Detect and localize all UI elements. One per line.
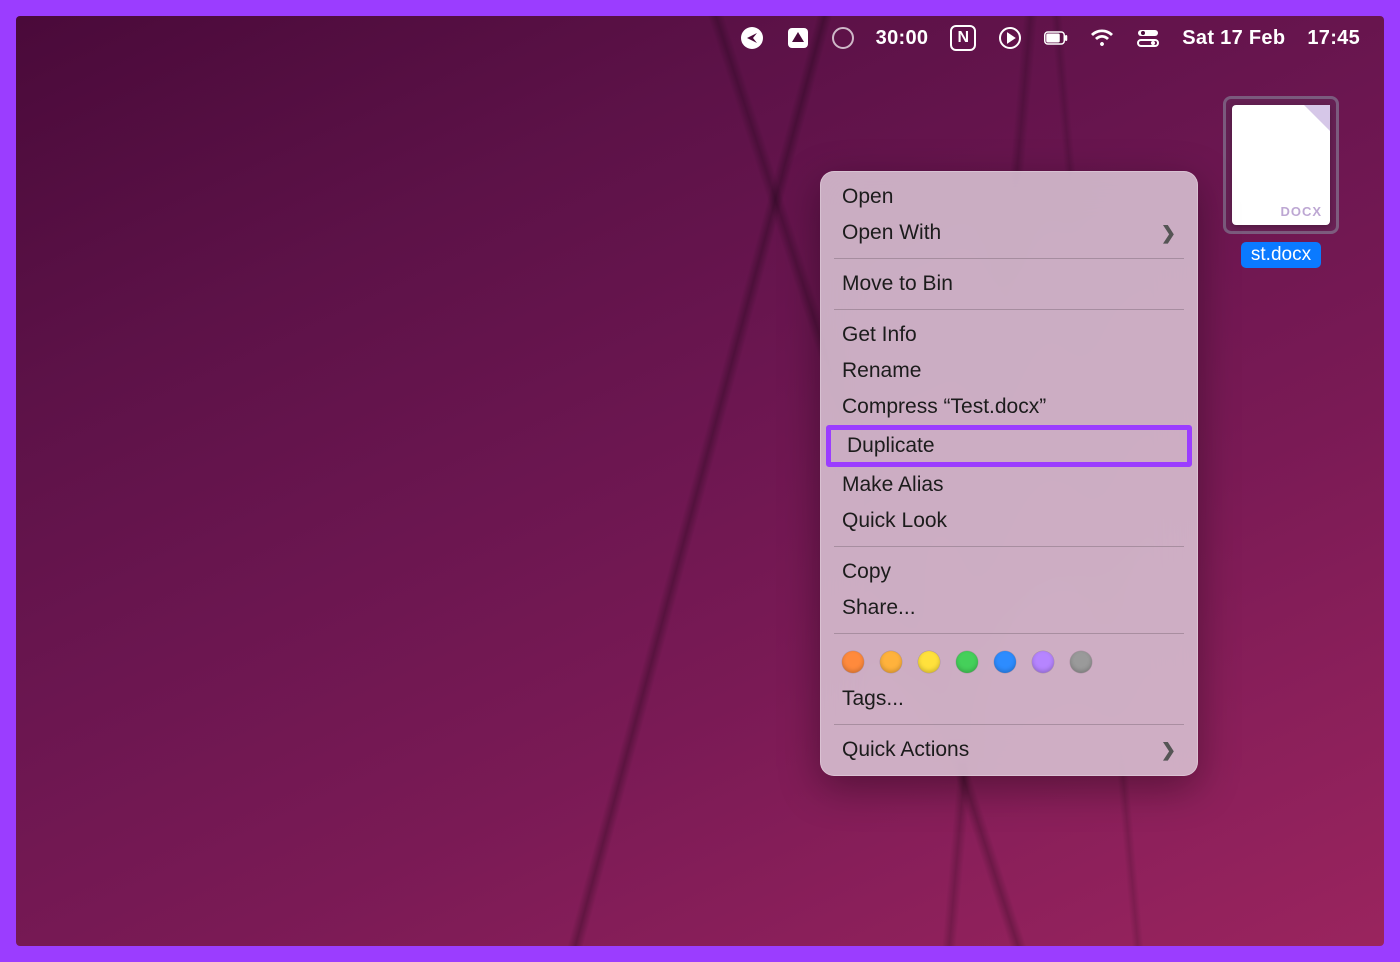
tag-orange[interactable] — [880, 651, 902, 673]
menu-separator — [834, 724, 1184, 725]
chevron-right-icon: ❯ — [1161, 740, 1176, 761]
location-icon[interactable] — [740, 26, 764, 50]
tag-blue[interactable] — [994, 651, 1016, 673]
menu-get-info[interactable]: Get Info — [820, 317, 1198, 353]
menu-move-to-bin[interactable]: Move to Bin — [820, 266, 1198, 302]
control-center-icon[interactable] — [1136, 26, 1160, 50]
desktop-file[interactable]: DOCX st.docx — [1216, 96, 1346, 268]
menu-separator — [834, 258, 1184, 259]
tag-yellow[interactable] — [918, 651, 940, 673]
file-name-label[interactable]: st.docx — [1241, 242, 1321, 268]
menu-separator — [834, 546, 1184, 547]
menu-share[interactable]: Share... — [820, 590, 1198, 626]
context-menu: Open Open With ❯ Move to Bin Get Info Re… — [820, 171, 1198, 776]
menu-make-alias[interactable]: Make Alias — [820, 467, 1198, 503]
timer-text[interactable]: 30:00 — [876, 27, 929, 50]
docx-file-icon: DOCX — [1232, 105, 1330, 225]
tag-gray[interactable] — [1070, 651, 1092, 673]
app-icon[interactable] — [786, 26, 810, 50]
chevron-right-icon: ❯ — [1161, 223, 1176, 244]
play-icon[interactable] — [998, 26, 1022, 50]
menu-tags[interactable]: Tags... — [820, 681, 1198, 717]
menu-copy[interactable]: Copy — [820, 554, 1198, 590]
menu-rename[interactable]: Rename — [820, 353, 1198, 389]
annotation-highlight: Duplicate — [826, 425, 1192, 467]
menubar-time[interactable]: 17:45 — [1307, 27, 1360, 50]
tag-green[interactable] — [956, 651, 978, 673]
file-type-badge: DOCX — [1280, 204, 1322, 219]
annotation-frame: 30:00 N Sat 17 Feb 17:45 DOCX — [0, 0, 1400, 962]
tag-color-row — [820, 641, 1198, 681]
menu-quick-actions[interactable]: Quick Actions ❯ — [820, 732, 1198, 768]
notion-icon[interactable]: N — [950, 25, 976, 51]
menu-separator — [834, 633, 1184, 634]
menu-separator — [834, 309, 1184, 310]
menu-duplicate[interactable]: Duplicate — [831, 430, 1187, 462]
menubar-date[interactable]: Sat 17 Feb — [1182, 27, 1285, 50]
menu-open[interactable]: Open — [820, 179, 1198, 215]
file-selection: DOCX — [1223, 96, 1339, 234]
menu-open-with[interactable]: Open With ❯ — [820, 215, 1198, 251]
menu-bar: 30:00 N Sat 17 Feb 17:45 — [16, 16, 1384, 60]
battery-icon[interactable] — [1044, 26, 1068, 50]
menu-compress[interactable]: Compress “Test.docx” — [820, 389, 1198, 425]
menu-quick-look[interactable]: Quick Look — [820, 503, 1198, 539]
tag-red[interactable] — [842, 651, 864, 673]
wifi-icon[interactable] — [1090, 26, 1114, 50]
tag-purple[interactable] — [1032, 651, 1054, 673]
macos-desktop[interactable]: 30:00 N Sat 17 Feb 17:45 DOCX — [16, 16, 1384, 946]
record-icon[interactable] — [832, 27, 854, 49]
